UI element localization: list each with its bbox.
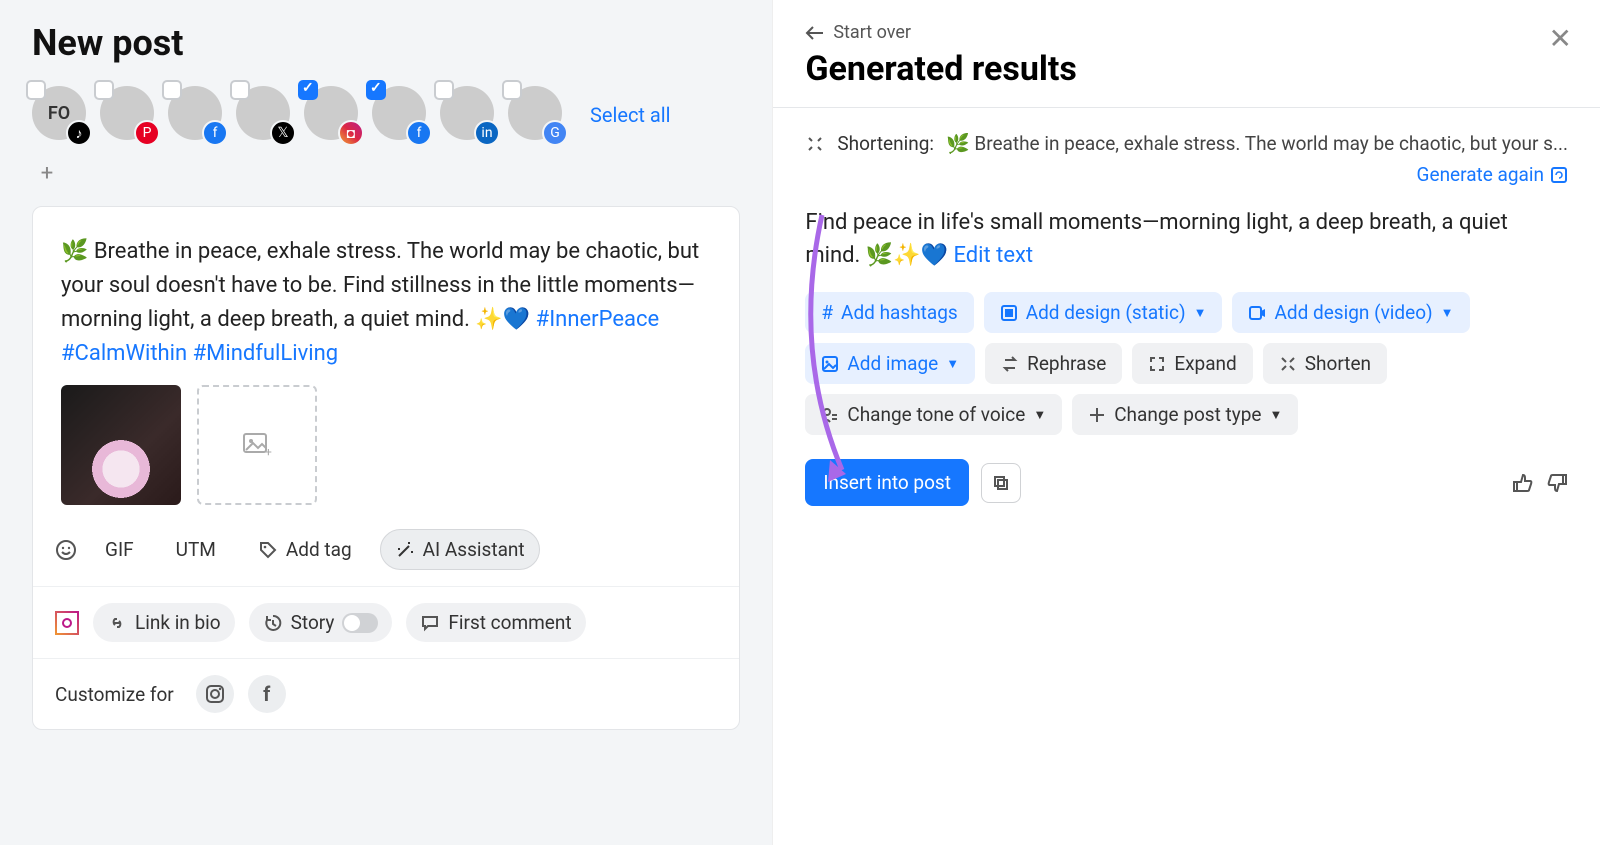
history-icon [263,613,283,633]
attached-image[interactable] [61,385,181,505]
account-linkedin[interactable]: in [440,86,498,144]
comment-icon [420,613,440,633]
customize-row: Customize for f [33,658,739,729]
results-panel: Start over ✕ Generated results Shortenin… [772,0,1600,845]
thumbs-down-button[interactable] [1546,472,1568,494]
copy-button[interactable] [981,463,1021,503]
shortening-source-text: 🌿 Breathe in peace, exhale stress. The w… [946,132,1568,155]
generate-again-button[interactable]: Generate again [805,163,1568,186]
thumbs-up-button[interactable] [1512,472,1534,494]
customize-instagram[interactable] [196,675,234,713]
insert-into-post-button[interactable]: Insert into post [805,459,969,506]
action-pills: #Add hashtags Add design (static)▼ Add d… [805,292,1568,435]
generated-text: Find peace in life's small moments—morni… [805,206,1568,272]
add-design-static-button[interactable]: Add design (static)▼ [984,292,1223,333]
add-design-video-button[interactable]: Add design (video)▼ [1232,292,1469,333]
ai-assistant-button[interactable]: AI Assistant [380,529,540,570]
linkedin-icon: in [474,120,500,146]
rephrase-button[interactable]: Rephrase [985,343,1122,384]
page-title: New post [32,22,740,64]
shorten-icon [1279,355,1297,373]
story-switch[interactable] [342,613,378,633]
copy-icon [992,474,1010,492]
account-facebook-2[interactable]: f [372,86,430,144]
svg-text:+: + [265,445,272,458]
facebook-icon: f [202,120,228,146]
add-image-button[interactable]: Add image▼ [805,343,975,384]
platform-options-row: Link in bio Story First comment [33,586,739,658]
facebook-icon: f [406,120,432,146]
rephrase-icon [1001,355,1019,373]
magic-wand-icon [395,540,415,560]
chevron-down-icon: ▼ [1441,305,1454,321]
account-pinterest[interactable]: P [100,86,158,144]
expand-icon [1148,355,1166,373]
result-actions: Insert into post [805,459,1568,506]
image-add-icon: + [242,432,272,458]
thumbs-down-icon [1546,472,1568,494]
add-media-button[interactable]: + [197,385,317,505]
emoji-button[interactable] [55,539,77,561]
tiktok-icon: ♪ [66,120,92,146]
feedback-buttons [1512,472,1568,494]
link-icon [107,613,127,633]
chevron-down-icon: ▼ [1033,407,1046,423]
start-over-button[interactable]: Start over [805,22,1568,43]
story-toggle[interactable]: Story [249,603,393,642]
arrow-left-icon [805,25,825,41]
select-all-link[interactable]: Select all [590,103,671,127]
edit-text-link[interactable]: Edit text [953,243,1033,268]
regenerate-icon [1550,166,1568,184]
gif-button[interactable]: GIF [91,530,148,569]
chevron-down-icon: ▼ [946,356,959,372]
tone-button[interactable]: Change tone of voice▼ [805,394,1062,435]
close-button[interactable]: ✕ [1549,22,1572,55]
image-icon [821,355,839,373]
pinterest-icon: P [134,120,160,146]
link-in-bio-button[interactable]: Link in bio [93,603,235,642]
account-tiktok[interactable]: FO♪ [32,86,90,144]
design-icon [1000,304,1018,322]
hashtag-icon: # [821,301,833,324]
shortening-context: Shortening: 🌿 Breathe in peace, exhale s… [805,132,1568,155]
account-selector: FO♪ P f 𝕏 ◘ f in G Select all [32,86,740,144]
shorten-icon [805,134,825,154]
facebook-f-icon: f [263,682,270,706]
instagram-icon: ◘ [338,120,364,146]
instagram-outline-icon [205,684,225,704]
shortening-label: Shortening: [837,132,934,155]
chevron-down-icon: ▼ [1194,305,1207,321]
left-panel: New post FO♪ P f 𝕏 ◘ f in G Select all +… [0,0,772,845]
customize-facebook[interactable]: f [248,675,286,713]
media-row: + [33,381,739,523]
expand-button[interactable]: Expand [1132,343,1252,384]
add-account-button[interactable]: + [32,158,62,188]
results-title: Generated results [805,49,1568,89]
compose-tools: GIF UTM Add tag AI Assistant [33,523,739,586]
account-x[interactable]: 𝕏 [236,86,294,144]
divider [773,107,1600,108]
account-instagram[interactable]: ◘ [304,86,362,144]
video-design-icon [1248,304,1266,322]
account-gmb[interactable]: G [508,86,566,144]
shorten-button[interactable]: Shorten [1263,343,1387,384]
chevron-down-icon: ▼ [1270,407,1283,423]
account-facebook-1[interactable]: f [168,86,226,144]
add-hashtags-button[interactable]: #Add hashtags [805,292,973,333]
tone-icon [821,406,839,424]
compose-card: 🌿 Breathe in peace, exhale stress. The w… [32,206,740,730]
utm-button[interactable]: UTM [162,530,230,569]
first-comment-button[interactable]: First comment [406,603,585,642]
tag-icon [258,540,278,560]
customize-label: Customize for [55,683,174,706]
post-type-icon [1088,406,1106,424]
thumbs-up-icon [1512,472,1534,494]
compose-text[interactable]: 🌿 Breathe in peace, exhale stress. The w… [33,207,739,381]
post-type-button[interactable]: Change post type▼ [1072,394,1298,435]
instagram-icon [55,611,79,635]
add-tag-button[interactable]: Add tag [244,530,366,569]
gmb-icon: G [542,120,568,146]
x-icon: 𝕏 [270,120,296,146]
